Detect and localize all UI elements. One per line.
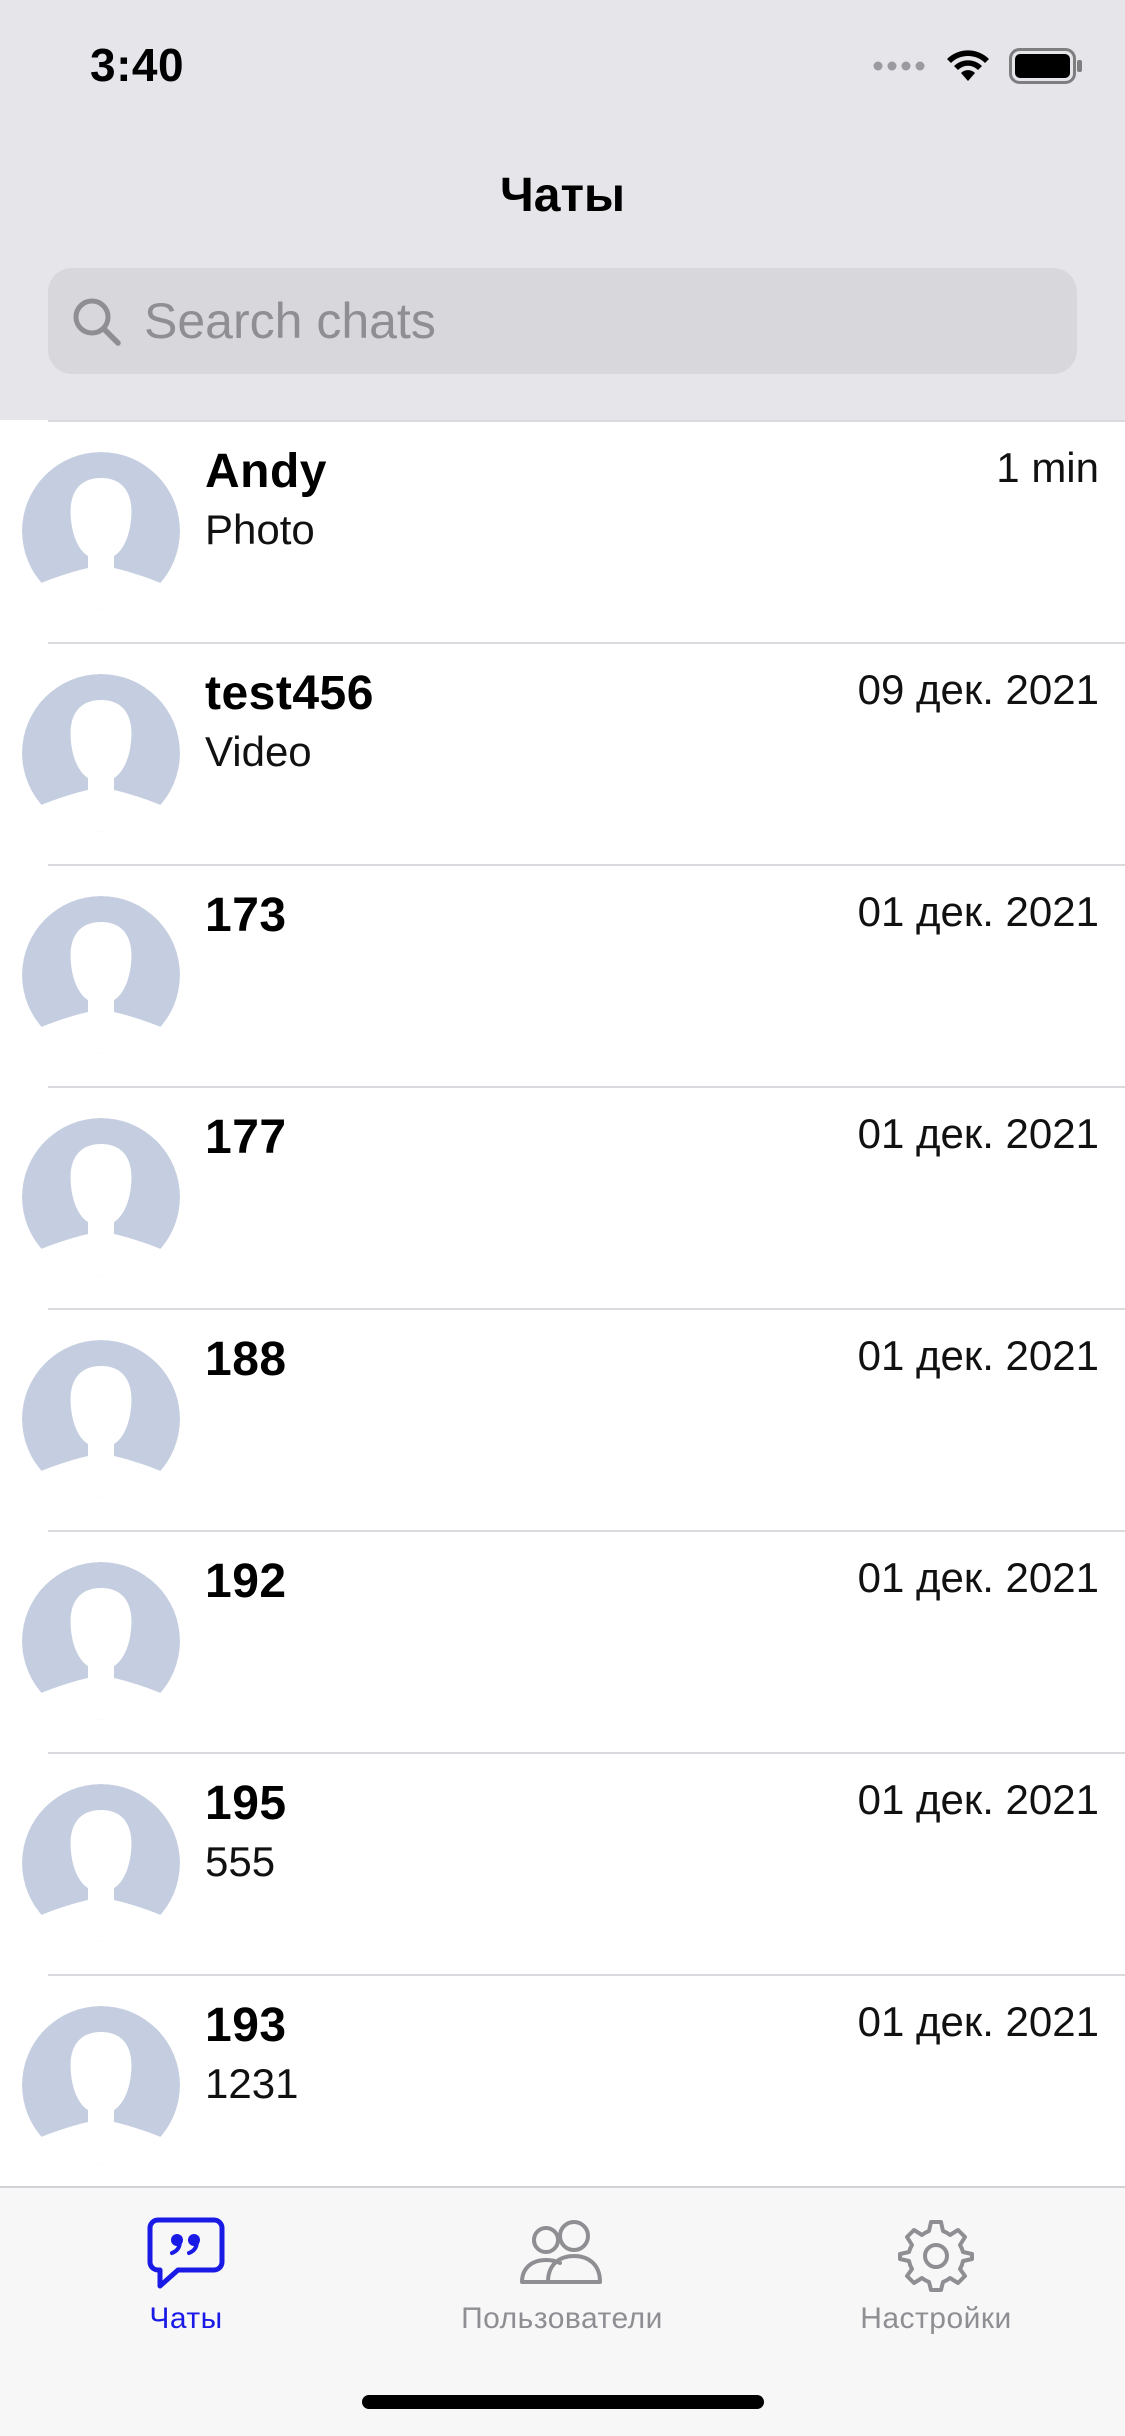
chats-screen: 3:40 Чаты Search chats Andy Photo 1 min … — [0, 0, 1125, 2436]
search-icon — [73, 298, 121, 346]
chat-list-item[interactable]: 177 01 дек. 2021 — [0, 1086, 1125, 1308]
wifi-icon — [947, 50, 989, 81]
battery-icon — [1009, 48, 1082, 84]
chat-preview: 1231 — [205, 2060, 299, 2107]
search-input[interactable] — [142, 281, 1042, 361]
chat-preview: Video — [205, 728, 312, 775]
chat-bubble-quote-icon — [147, 2217, 225, 2289]
chat-list-item[interactable]: 192 01 дек. 2021 — [0, 1530, 1125, 1752]
chat-name: Andy — [205, 445, 327, 498]
row-separator — [48, 642, 1125, 644]
chat-date: 09 дек. 2021 — [857, 666, 1099, 713]
chat-date: 1 min — [996, 444, 1099, 491]
home-indicator[interactable] — [362, 2395, 764, 2409]
chat-name: 188 — [205, 1333, 287, 1386]
avatar — [22, 1562, 180, 1720]
header: 3:40 Чаты — [0, 0, 1125, 420]
row-separator — [48, 1752, 1125, 1754]
chat-date: 01 дек. 2021 — [857, 888, 1099, 935]
avatar — [22, 2006, 180, 2164]
chat-name: test456 — [205, 667, 374, 720]
row-separator — [48, 420, 1125, 422]
tab-label: Чаты — [149, 2302, 223, 2335]
tab-chats[interactable]: Чаты — [36, 2216, 336, 2336]
page-title: Чаты — [500, 169, 625, 222]
chat-date: 01 дек. 2021 — [857, 1554, 1099, 1601]
chat-list-item[interactable]: 188 01 дек. 2021 — [0, 1308, 1125, 1530]
chat-name: 193 — [205, 1999, 287, 2052]
chat-date: 01 дек. 2021 — [857, 1776, 1099, 1823]
chat-list-item[interactable]: Andy Photo 1 min — [0, 420, 1125, 642]
row-separator — [48, 1974, 1125, 1976]
tab-label: Пользователи — [461, 2302, 663, 2335]
row-separator — [48, 1530, 1125, 1532]
row-separator — [48, 1308, 1125, 1310]
chat-date: 01 дек. 2021 — [857, 1998, 1099, 2045]
avatar — [22, 452, 180, 610]
status-icons — [873, 48, 1083, 84]
avatar — [22, 1118, 180, 1276]
chat-date: 01 дек. 2021 — [857, 1332, 1099, 1379]
avatar — [22, 674, 180, 832]
row-separator — [48, 1086, 1125, 1088]
chat-list-item[interactable]: test456 Video 09 дек. 2021 — [0, 642, 1125, 864]
tab-label: Настройки — [860, 2302, 1012, 2335]
gear-icon — [898, 2220, 974, 2292]
avatar — [22, 896, 180, 1054]
search-bar[interactable] — [48, 268, 1077, 374]
chat-name: 173 — [205, 889, 287, 942]
chat-list: Andy Photo 1 min test456 Video 09 дек. 2… — [0, 420, 1125, 2196]
chat-list-item[interactable]: 195 555 01 дек. 2021 — [0, 1752, 1125, 1974]
status-time: 3:40 — [90, 39, 185, 91]
chat-list-item[interactable]: 173 01 дек. 2021 — [0, 864, 1125, 1086]
chat-name: 192 — [205, 1555, 287, 1608]
cellular-signal-icon — [873, 61, 925, 71]
row-separator — [48, 864, 1125, 866]
tab-users[interactable]: Пользователи — [412, 2216, 712, 2336]
chat-preview: Photo — [205, 506, 315, 553]
chat-preview: 555 — [205, 1838, 276, 1885]
chat-date: 01 дек. 2021 — [857, 1110, 1099, 1157]
chat-name: 177 — [205, 1111, 287, 1164]
tab-settings[interactable]: Настройки — [786, 2216, 1086, 2336]
chat-name: 195 — [205, 1777, 287, 1830]
avatar — [22, 1340, 180, 1498]
chat-list-item[interactable]: 193 1231 01 дек. 2021 — [0, 1974, 1125, 2196]
avatar — [22, 1784, 180, 1942]
users-icon — [520, 2220, 602, 2284]
